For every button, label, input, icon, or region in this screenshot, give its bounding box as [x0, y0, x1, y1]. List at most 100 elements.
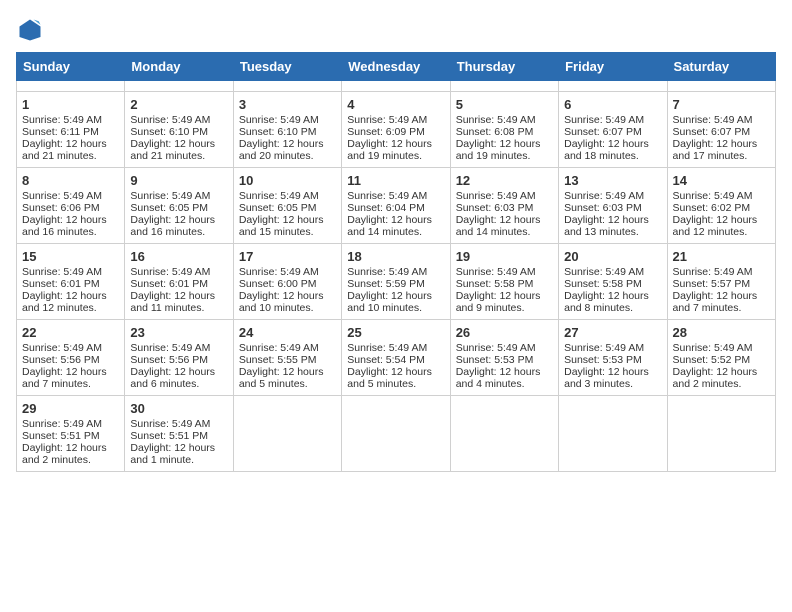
sunrise: Sunrise: 5:49 AM [456, 114, 536, 126]
header [16, 16, 776, 44]
day-number: 16 [130, 249, 227, 264]
day-cell [667, 396, 775, 472]
daylight: Daylight: 12 hours and 19 minutes. [456, 138, 541, 162]
day-cell [342, 81, 450, 92]
day-number: 4 [347, 97, 444, 112]
day-number: 8 [22, 173, 119, 188]
day-cell: 3Sunrise: 5:49 AMSunset: 6:10 PMDaylight… [233, 92, 341, 168]
day-cell: 23Sunrise: 5:49 AMSunset: 5:56 PMDayligh… [125, 320, 233, 396]
daylight: Daylight: 12 hours and 19 minutes. [347, 138, 432, 162]
day-number: 22 [22, 325, 119, 340]
sunrise: Sunrise: 5:49 AM [673, 342, 753, 354]
sunrise: Sunrise: 5:49 AM [347, 190, 427, 202]
daylight: Daylight: 12 hours and 4 minutes. [456, 366, 541, 390]
day-number: 21 [673, 249, 770, 264]
week-row-3: 8Sunrise: 5:49 AMSunset: 6:06 PMDaylight… [17, 168, 776, 244]
day-cell: 11Sunrise: 5:49 AMSunset: 6:04 PMDayligh… [342, 168, 450, 244]
header-row: SundayMondayTuesdayWednesdayThursdayFrid… [17, 53, 776, 81]
sunrise: Sunrise: 5:49 AM [347, 266, 427, 278]
sunset: Sunset: 5:52 PM [673, 354, 751, 366]
daylight: Daylight: 12 hours and 7 minutes. [22, 366, 107, 390]
sunset: Sunset: 5:59 PM [347, 278, 425, 290]
sunset: Sunset: 5:53 PM [564, 354, 642, 366]
day-cell [342, 396, 450, 472]
daylight: Daylight: 12 hours and 11 minutes. [130, 290, 215, 314]
sunset: Sunset: 6:06 PM [22, 202, 100, 214]
day-number: 1 [22, 97, 119, 112]
day-cell: 28 Sunrise: 5:49 AMSunset: 5:52 PMDayligh… [667, 320, 775, 396]
daylight: Daylight: 12 hours and 5 minutes. [239, 366, 324, 390]
day-cell [17, 81, 125, 92]
daylight: Daylight: 12 hours and 13 minutes. [564, 214, 649, 238]
day-cell: 8Sunrise: 5:49 AMSunset: 6:06 PMDaylight… [17, 168, 125, 244]
sunset: Sunset: 5:56 PM [22, 354, 100, 366]
daylight: Daylight: 12 hours and 1 minute. [130, 442, 215, 466]
sunrise: Sunrise: 5:49 AM [239, 190, 319, 202]
sunrise: Sunrise: 5:49 AM [673, 114, 753, 126]
sunset: Sunset: 6:10 PM [239, 126, 317, 138]
logo [16, 16, 48, 44]
sunset: Sunset: 6:01 PM [22, 278, 100, 290]
sunset: Sunset: 5:58 PM [456, 278, 534, 290]
sunset: Sunset: 6:02 PM [673, 202, 751, 214]
day-header-friday: Friday [559, 53, 667, 81]
sunrise: Sunrise: 5:49 AM [130, 266, 210, 278]
daylight: Daylight: 12 hours and 12 minutes. [22, 290, 107, 314]
sunrise: Sunrise: 5:49 AM [130, 114, 210, 126]
sunrise: Sunrise: 5:49 AM [22, 114, 102, 126]
sunrise: Sunrise: 5:49 AM [239, 342, 319, 354]
sunset: Sunset: 6:05 PM [239, 202, 317, 214]
day-number: 23 [130, 325, 227, 340]
day-number: 26 [456, 325, 553, 340]
day-cell: 27Sunrise: 5:49 AMSunset: 5:53 PMDayligh… [559, 320, 667, 396]
sunrise: Sunrise: 5:49 AM [130, 342, 210, 354]
daylight: Daylight: 12 hours and 3 minutes. [564, 366, 649, 390]
day-cell [667, 81, 775, 92]
day-number: 3 [239, 97, 336, 112]
day-number: 15 [22, 249, 119, 264]
sunrise: Sunrise: 5:49 AM [22, 190, 102, 202]
sunrise: Sunrise: 5:49 AM [22, 342, 102, 354]
daylight: Daylight: 12 hours and 14 minutes. [456, 214, 541, 238]
day-cell: 2Sunrise: 5:49 AMSunset: 6:10 PMDaylight… [125, 92, 233, 168]
sunset: Sunset: 6:03 PM [456, 202, 534, 214]
day-cell: 15Sunrise: 5:49 AMSunset: 6:01 PMDayligh… [17, 244, 125, 320]
sunset: Sunset: 6:01 PM [130, 278, 208, 290]
day-number: 9 [130, 173, 227, 188]
day-header-wednesday: Wednesday [342, 53, 450, 81]
day-cell [125, 81, 233, 92]
daylight: Daylight: 12 hours and 2 minutes. [673, 366, 758, 390]
sunset: Sunset: 5:55 PM [239, 354, 317, 366]
day-cell: 20Sunrise: 5:49 AMSunset: 5:58 PMDayligh… [559, 244, 667, 320]
day-cell [450, 81, 558, 92]
daylight: Daylight: 12 hours and 2 minutes. [22, 442, 107, 466]
daylight: Daylight: 12 hours and 10 minutes. [239, 290, 324, 314]
sunrise: Sunrise: 5:49 AM [673, 190, 753, 202]
day-cell: 12Sunrise: 5:49 AMSunset: 6:03 PMDayligh… [450, 168, 558, 244]
day-number: 28 [673, 325, 770, 340]
day-cell: 22 Sunrise: 5:49 AMSunset: 5:56 PMDayligh… [17, 320, 125, 396]
sunset: Sunset: 6:08 PM [456, 126, 534, 138]
sunset: Sunset: 6:11 PM [22, 126, 99, 138]
day-number: 17 [239, 249, 336, 264]
daylight: Daylight: 12 hours and 21 minutes. [130, 138, 215, 162]
sunrise: Sunrise: 5:49 AM [564, 266, 644, 278]
day-cell: 6Sunrise: 5:49 AMSunset: 6:07 PMDaylight… [559, 92, 667, 168]
sunset: Sunset: 5:54 PM [347, 354, 425, 366]
day-number: 19 [456, 249, 553, 264]
daylight: Daylight: 12 hours and 5 minutes. [347, 366, 432, 390]
sunset: Sunset: 5:53 PM [456, 354, 534, 366]
calendar-table: SundayMondayTuesdayWednesdayThursdayFrid… [16, 52, 776, 472]
day-header-tuesday: Tuesday [233, 53, 341, 81]
daylight: Daylight: 12 hours and 9 minutes. [456, 290, 541, 314]
daylight: Daylight: 12 hours and 16 minutes. [130, 214, 215, 238]
day-number: 2 [130, 97, 227, 112]
sunrise: Sunrise: 5:49 AM [22, 418, 102, 430]
day-cell [233, 396, 341, 472]
sunset: Sunset: 6:07 PM [673, 126, 751, 138]
daylight: Daylight: 12 hours and 14 minutes. [347, 214, 432, 238]
day-cell: 1Sunrise: 5:49 AMSunset: 6:11 PMDaylight… [17, 92, 125, 168]
day-cell: 16 Sunrise: 5:49 AMSunset: 6:01 PMDayligh… [125, 244, 233, 320]
day-cell: 29Sunrise: 5:49 AMSunset: 5:51 PMDayligh… [17, 396, 125, 472]
day-cell: 5Sunrise: 5:49 AMSunset: 6:08 PMDaylight… [450, 92, 558, 168]
